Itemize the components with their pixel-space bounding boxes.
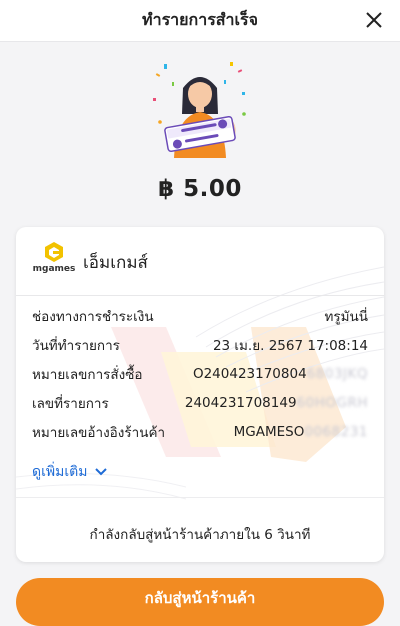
merchant-logo: mgames (32, 241, 76, 281)
detail-label: หมายเลขการสั่งซื้อ (32, 367, 143, 383)
back-to-store-button[interactable]: กลับสู่หน้าร้านค้า (16, 578, 384, 626)
detail-value: 240423170814960HOGRH (184, 395, 368, 411)
detail-value: ทรูมันนี่ (324, 309, 368, 325)
see-more-label: ดูเพิ่มเติม (32, 464, 88, 480)
detail-value: 23 เม.ย. 2567 17:08:14 (212, 338, 368, 354)
detail-row-payment-channel: ช่องทางการชำระเงิน ทรูมันนี่ (32, 305, 368, 327)
detail-row-order-number: หมายเลขการสั่งซื้อ O2404231708046803JKQ (32, 363, 368, 385)
divider (16, 497, 384, 498)
merchant-name: เอ็มเกมส์ (83, 253, 148, 273)
payment-amount: ฿ 5.00 (158, 176, 242, 202)
merchant-row: mgames เอ็มเกมส์ (16, 227, 384, 295)
detail-label: วันที่ทำรายการ (32, 338, 120, 354)
success-illustration (150, 58, 250, 158)
detail-row-date: วันที่ทำรายการ 23 เม.ย. 2567 17:08:14 (32, 334, 368, 356)
detail-row-transaction-number: เลขที่รายการ 240423170814960HOGRH (32, 392, 368, 414)
detail-label: ช่องทางการชำระเงิน (32, 309, 154, 325)
top-bar: ทำรายการสำเร็จ (0, 0, 400, 42)
back-to-store-label: กลับสู่หน้าร้านค้า (144, 589, 256, 607)
detail-value: MGAMESO0068231 (233, 424, 368, 440)
detail-row-merchant-reference: หมายเลขอ้างอิงร้านค้า MGAMESO0068231 (32, 421, 368, 443)
blurred-value: 6803JKQ (306, 366, 368, 382)
detail-label: หมายเลขอ้างอิงร้านค้า (32, 425, 166, 441)
page-title: ทำรายการสำเร็จ (142, 10, 258, 29)
mgames-logo-icon (45, 242, 63, 262)
blurred-value: 60HOGRH (296, 395, 368, 411)
detail-label: เลขที่รายการ (32, 396, 109, 412)
receipt-card: mgames เอ็มเกมส์ ช่องทางการชำระเงิน ทรูม… (16, 227, 384, 562)
redirect-countdown-message: กำลังกลับสู่หน้าร้านค้าภายใน 6 วินาที (89, 527, 311, 543)
blurred-value: 0068231 (304, 424, 368, 440)
detail-value: O2404231708046803JKQ (192, 366, 368, 382)
merchant-logo-text: mgames (32, 264, 76, 274)
close-icon (366, 12, 382, 28)
see-more-link[interactable]: ดูเพิ่มเติม (32, 461, 108, 483)
divider (16, 295, 384, 296)
close-button[interactable] (362, 8, 386, 32)
chevron-down-icon (95, 468, 108, 476)
